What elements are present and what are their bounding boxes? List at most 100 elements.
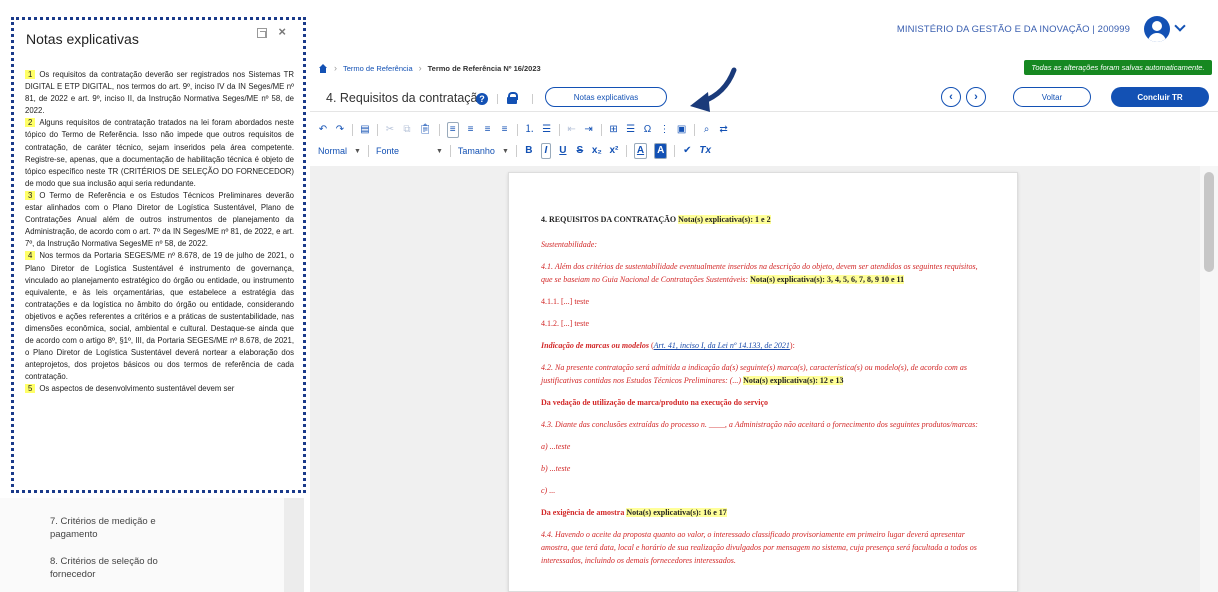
redo-icon[interactable]: ↷ xyxy=(335,123,345,137)
indent-icon[interactable]: ⇥ xyxy=(584,123,594,137)
note-text: Os aspectos de desenvolvimento sustentáv… xyxy=(39,384,235,394)
note-item: 5 Os aspectos de desenvolvimento sustentá… xyxy=(25,383,294,395)
divider xyxy=(558,124,560,136)
breadcrumb-item-termo[interactable]: Termo de Referência xyxy=(343,64,413,73)
doc-paragraph: 4.1.2. [...] teste xyxy=(541,319,589,328)
scrollbar-thumb[interactable] xyxy=(1204,172,1214,272)
list-style-icon[interactable]: ⋮ xyxy=(660,123,670,137)
align-justify-icon[interactable]: ≡ xyxy=(500,123,510,137)
doc-subtitle: Da vedação de utilização de marca/produt… xyxy=(541,398,769,407)
divider xyxy=(367,145,369,157)
scrollbar[interactable] xyxy=(284,498,304,592)
italic-button[interactable]: I xyxy=(540,143,551,159)
note-text: Nos termos da Portaria SEGES/ME nº 8.678… xyxy=(25,251,294,382)
law-link[interactable]: Art. 41, inciso I, da Lei nº 14.133, de … xyxy=(654,341,790,350)
back-button[interactable]: Voltar xyxy=(1013,87,1091,107)
note-reference[interactable]: Nota(s) explicativa(s): 3, 4, 5, 6, 7, 8… xyxy=(750,275,905,284)
org-label: MINISTÉRIO DA GESTÃO E DA INOVAÇÃO | 200… xyxy=(896,24,1130,35)
undo-icon[interactable]: ↶ xyxy=(318,123,328,137)
strike-button[interactable]: S xyxy=(575,144,585,158)
special-char-icon[interactable]: Ω xyxy=(643,123,653,137)
notes-explicativas-button[interactable]: Notas explicativas xyxy=(545,87,667,107)
superscript-button[interactable]: x² xyxy=(609,144,619,158)
font-select[interactable]: Fonte xyxy=(376,146,399,156)
doc-heading: 4. REQUISITOS DA CONTRATAÇÃO xyxy=(541,215,677,224)
copy-icon[interactable]: ⧉ xyxy=(402,123,412,137)
source-icon[interactable]: ▤ xyxy=(360,123,370,137)
chevron-down-icon[interactable]: ▼ xyxy=(354,148,361,155)
note-reference[interactable]: Nota(s) explicativa(s): 1 e 2 xyxy=(678,215,771,224)
divider xyxy=(377,124,378,136)
outdent-icon[interactable]: ⇤ xyxy=(567,123,577,137)
image-icon[interactable]: ▣ xyxy=(677,123,687,137)
chevron-down-icon[interactable] xyxy=(1174,20,1186,32)
doc-paragraph: 4.3. Diante das conclusões extraídas do … xyxy=(541,420,978,429)
note-number: 2 xyxy=(25,118,36,128)
note-reference[interactable]: Nota(s) explicativa(s): 16 e 17 xyxy=(626,508,727,517)
note-item: 3O Termo de Referência e os Estudos Técn… xyxy=(25,190,294,250)
document-content[interactable]: 4. REQUISITOS DA CONTRATAÇÃO Nota(s) exp… xyxy=(541,213,991,576)
doc-paragraph: 4.1.1. [...] teste xyxy=(541,297,589,306)
previous-section-button[interactable]: ‹ xyxy=(941,87,961,107)
doc-list-item: b) ...teste xyxy=(541,464,571,473)
home-icon[interactable] xyxy=(318,63,328,73)
divider xyxy=(515,145,517,157)
help-icon[interactable]: ? xyxy=(476,93,488,105)
clear-format-button[interactable]: Tx xyxy=(699,144,711,158)
note-number: 5 xyxy=(25,384,36,394)
divider xyxy=(693,124,695,136)
doc-paragraph: 4.4. Havendo o aceite da proposta quanto… xyxy=(541,530,977,565)
numbered-list-icon[interactable]: ⒈ xyxy=(525,123,535,137)
note-text: O Termo de Referência e os Estudos Técni… xyxy=(25,190,294,249)
lock-icon[interactable] xyxy=(507,92,518,104)
divider xyxy=(497,94,498,104)
next-section-button[interactable]: › xyxy=(966,87,986,107)
underline-button[interactable]: U xyxy=(558,144,568,158)
replace-icon[interactable]: ⇄ xyxy=(719,123,729,137)
nav-item-selecao-fornecedor[interactable]: 8. Critérios de seleção do fornecedor xyxy=(50,555,190,581)
divider xyxy=(625,145,627,157)
expand-icon[interactable] xyxy=(257,28,267,38)
chevron-down-icon[interactable]: ▼ xyxy=(436,148,443,155)
note-text: Alguns requisitos de contratação tratado… xyxy=(25,118,294,188)
doc-subtitle: Indicação de marcas ou modelos xyxy=(541,341,649,350)
bold-button[interactable]: B xyxy=(524,144,534,158)
paste-icon[interactable]: 📋︎ xyxy=(419,123,432,137)
document-page[interactable]: 4. REQUISITOS DA CONTRATAÇÃO Nota(s) exp… xyxy=(508,172,1018,592)
divider xyxy=(352,124,353,136)
finish-tr-button[interactable]: Concluir TR xyxy=(1111,87,1209,107)
size-select[interactable]: Tamanho xyxy=(458,146,495,156)
divider xyxy=(674,145,676,157)
nav-item-medicao-pagamento[interactable]: 7. Critérios de medição e pagamento xyxy=(50,515,190,541)
cut-icon[interactable]: ✂ xyxy=(385,123,395,137)
align-left-icon[interactable]: ≡ xyxy=(446,122,459,138)
annotation-arrow-icon xyxy=(690,67,737,112)
align-right-icon[interactable]: ≡ xyxy=(483,123,493,137)
breadcrumb-item-current: Termo de Referência Nº 16/2023 xyxy=(427,63,541,73)
horizontal-line-icon[interactable]: ☰ xyxy=(626,123,636,137)
note-reference[interactable]: Nota(s) explicativa(s): 12 e 13 xyxy=(743,376,844,385)
subscript-button[interactable]: x₂ xyxy=(592,144,602,158)
divider xyxy=(516,124,518,136)
text-color-button[interactable]: A xyxy=(633,143,648,159)
note-number: 4 xyxy=(25,251,36,261)
close-icon[interactable]: × xyxy=(278,24,286,39)
format-select[interactable]: Normal xyxy=(318,146,347,156)
section-title-row: 4. Requisitos da contratação ? Notas exp… xyxy=(310,82,1218,112)
note-number: 3 xyxy=(25,190,36,200)
bg-color-button[interactable]: A xyxy=(654,143,668,159)
align-center-icon[interactable]: ≡ xyxy=(466,123,476,137)
divider xyxy=(532,94,533,104)
table-icon[interactable]: ⊞ xyxy=(609,123,619,137)
copy-format-icon[interactable]: ✔ xyxy=(682,144,692,158)
divider xyxy=(438,124,440,136)
doc-subtitle: Sustentabilidade: xyxy=(541,240,597,249)
find-icon[interactable]: ⌕ xyxy=(702,123,712,137)
note-text: Os requisitos da contratação deverão ser… xyxy=(25,70,294,116)
chevron-down-icon[interactable]: ▼ xyxy=(502,148,509,155)
note-number: 1 xyxy=(25,70,36,79)
notes-panel: Notas explicativas × 1 Os requisitos da c… xyxy=(11,17,306,493)
user-avatar-icon[interactable] xyxy=(1144,16,1170,42)
bulleted-list-icon[interactable]: ☰ xyxy=(542,123,552,137)
notes-panel-title: Notas explicativas xyxy=(26,31,139,47)
